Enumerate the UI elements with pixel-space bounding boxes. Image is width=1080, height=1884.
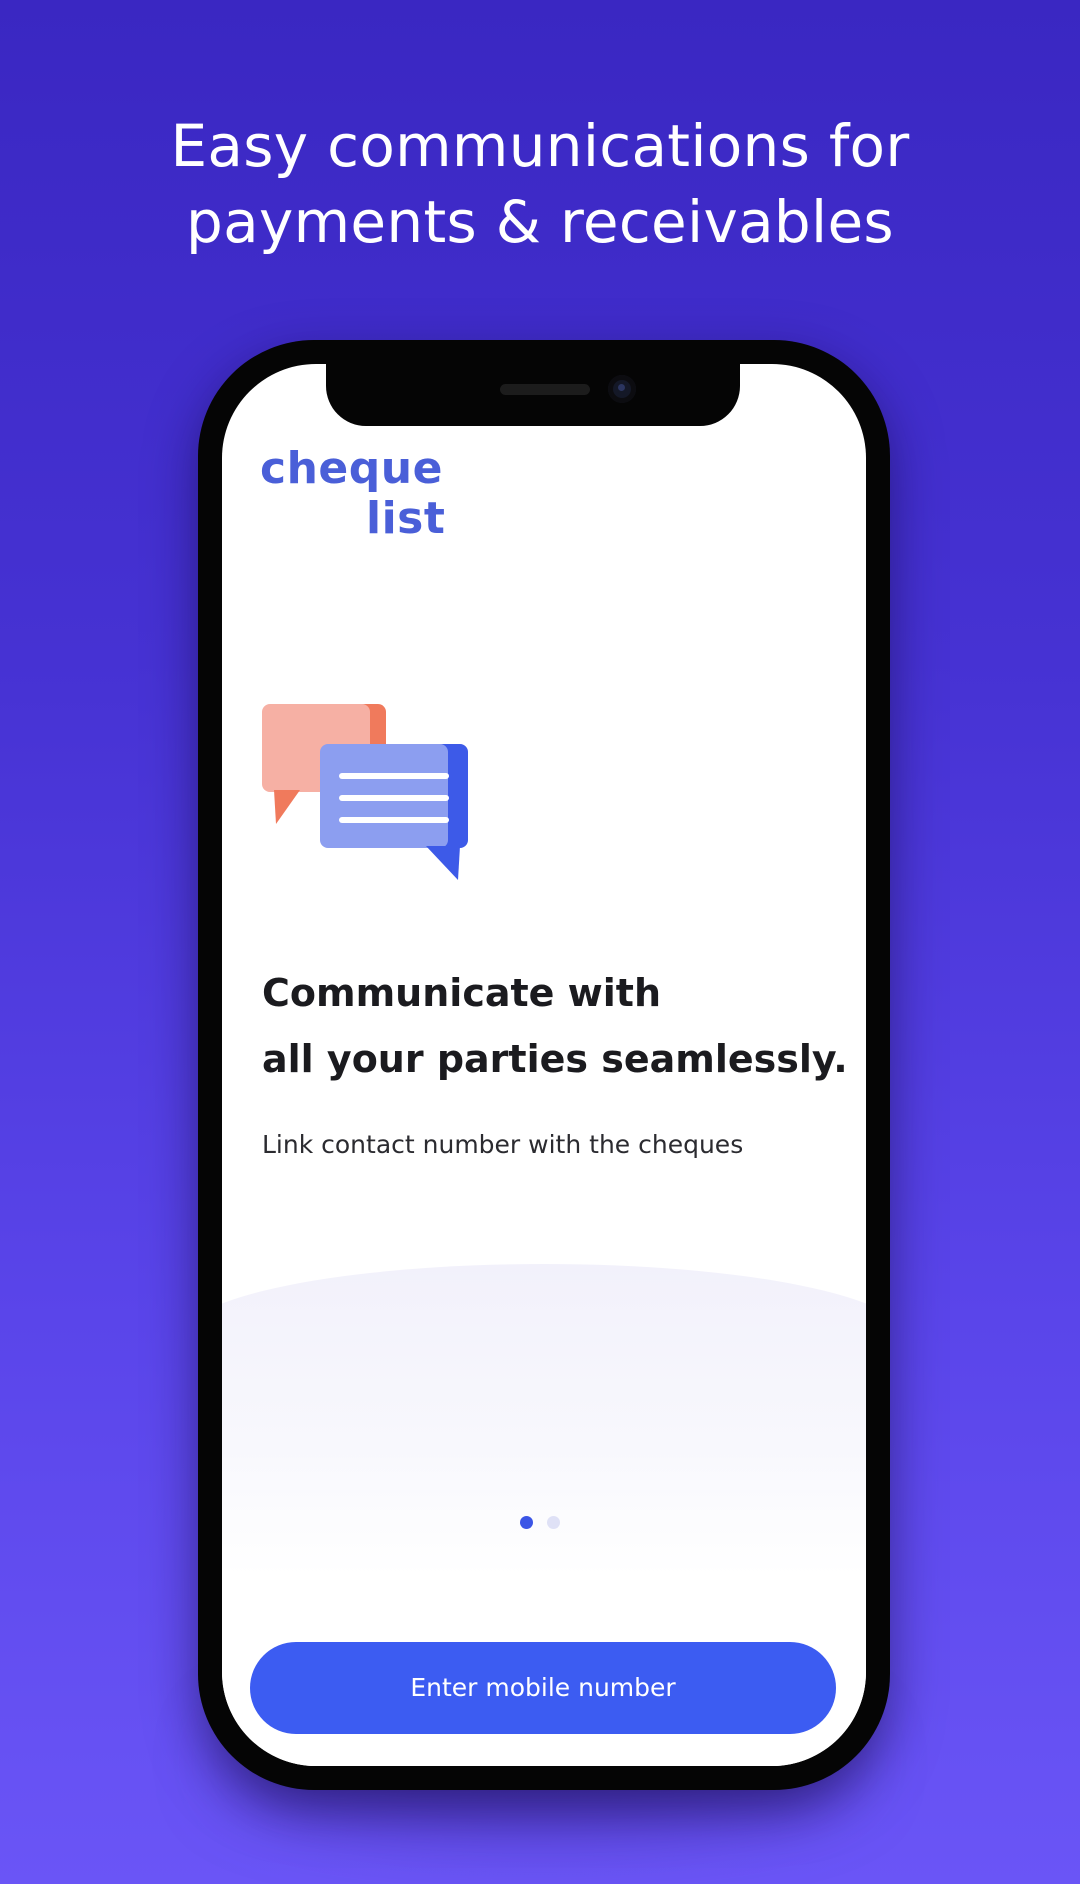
front-bubble-tail	[426, 846, 460, 880]
onboarding-title-line-1: Communicate with	[262, 971, 661, 1015]
app-logo: cheque list	[260, 444, 445, 544]
logo-text-line-2: list	[366, 493, 446, 544]
onboarding-subtitle: Link contact number with the cheques	[262, 1130, 744, 1159]
back-bubble-tail	[274, 790, 300, 824]
onboarding-title: Communicate with all your parties seamle…	[262, 960, 852, 1092]
phone-screen: cheque list Communicate with all your pa…	[222, 364, 866, 1766]
enter-mobile-number-button[interactable]: Enter mobile number	[250, 1642, 836, 1734]
logo-text-line-1: cheque	[260, 443, 443, 494]
phone-speaker	[500, 384, 590, 395]
phone-notch	[326, 364, 740, 426]
onboarding-title-line-2: all your parties seamlessly.	[262, 1037, 848, 1081]
headline-line-1: Easy communications for	[170, 112, 910, 180]
camera-icon	[608, 375, 636, 403]
page-dot[interactable]	[520, 1516, 533, 1529]
page-indicator	[520, 1516, 560, 1529]
headline-line-2: payments & receivables	[186, 188, 894, 256]
promo-headline: Easy communications for payments & recei…	[0, 108, 1080, 260]
chat-bubbles-icon	[262, 704, 468, 880]
page-dot[interactable]	[547, 1516, 560, 1529]
phone-frame: cheque list Communicate with all your pa…	[198, 340, 890, 1790]
